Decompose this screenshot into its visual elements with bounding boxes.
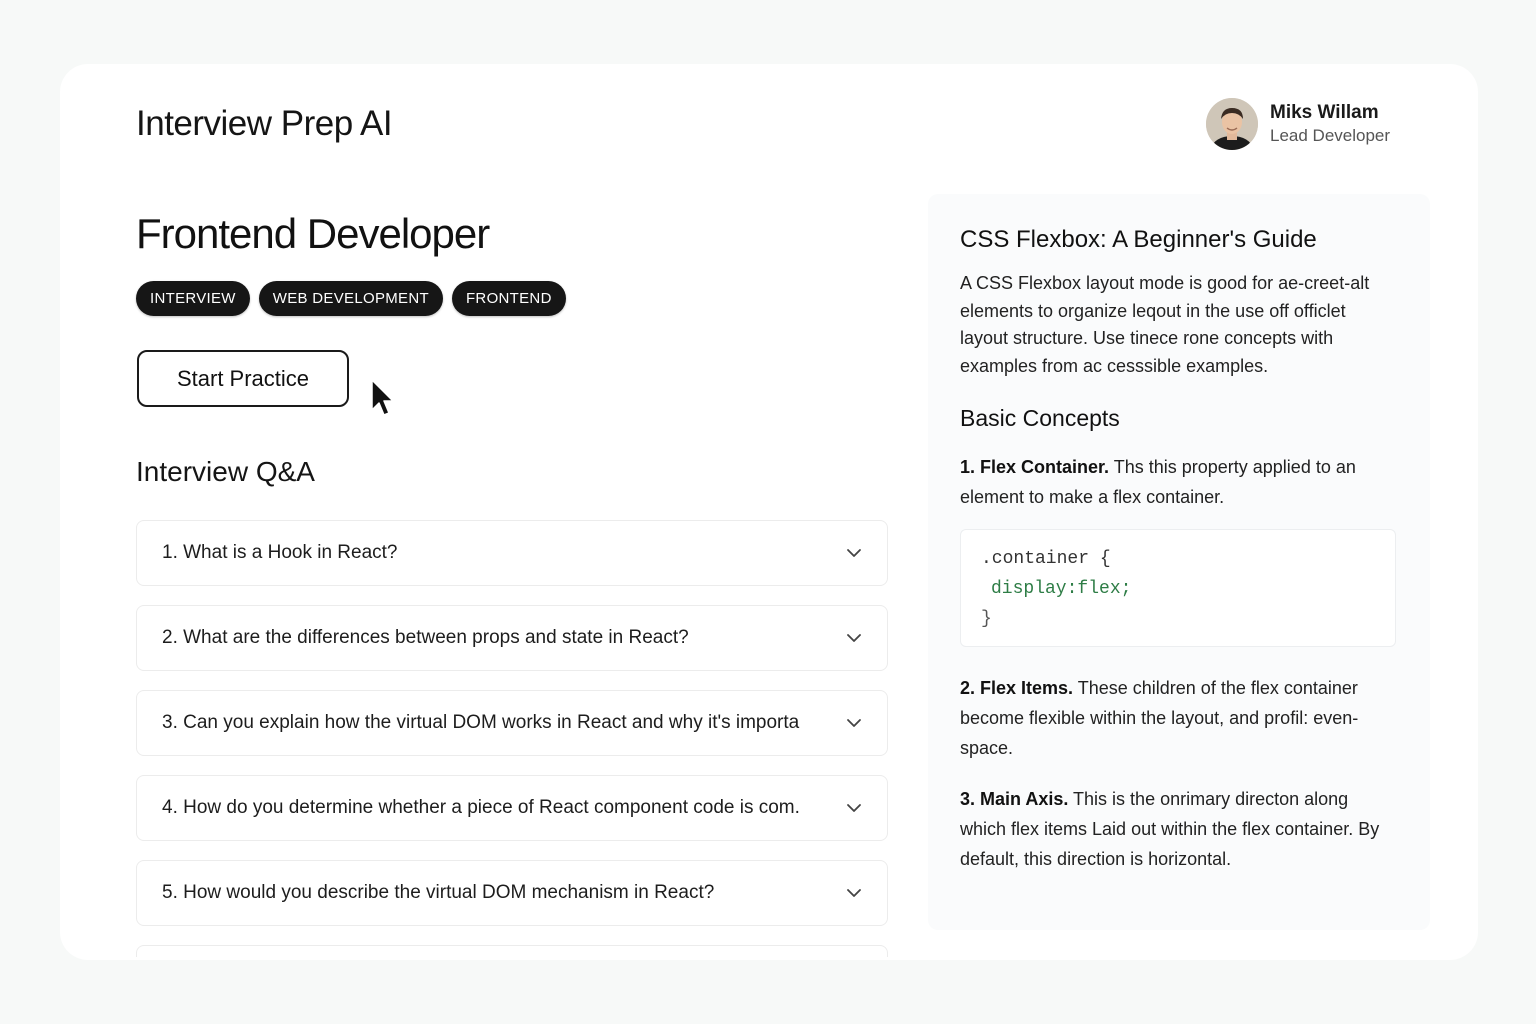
qa-item[interactable]: 1. What is a Hook in React? [136,520,888,586]
tag-interview[interactable]: INTERVIEW [136,281,250,316]
concept-main-axis: 3. Main Axis. This is the onrimary direc… [960,784,1398,874]
qa-question: 1. What is a Hook in React? [162,542,398,563]
start-practice-button[interactable]: Start Practice [137,350,349,407]
qa-list: 1. What is a Hook in React? 2. What are … [136,520,888,957]
qa-question: 3. Can you explain how the virtual DOM w… [162,712,800,733]
chevron-down-icon[interactable] [845,884,863,902]
guide-intro: A CSS Flexbox layout mode is good for ae… [960,273,1370,376]
chevron-down-icon[interactable] [845,629,863,647]
user-role: Lead Developer [1270,126,1391,145]
qa-question: 4. How do you determine whether a piece … [162,797,800,818]
qa-item[interactable]: 2. What are the differences between prop… [136,605,888,671]
chevron-down-icon[interactable] [845,544,863,562]
code-line: display:flex; [991,579,1132,599]
guide-panel: CSS Flexbox: A Beginner's Guide A CSS Fl… [928,194,1430,930]
qa-item-partial[interactable] [136,945,888,957]
tag-list: INTERVIEW WEB DEVELOPMENT FRONTEND [136,281,566,316]
avatar[interactable] [1206,98,1258,150]
guide-title: CSS Flexbox: A Beginner's Guide [960,226,1317,253]
tag-frontend[interactable]: FRONTEND [451,281,566,316]
concept-term: 1. Flex Container. [960,457,1110,477]
qa-item[interactable]: 5. How would you describe the virtual DO… [136,860,888,926]
user-info: Miks Willam Lead Developer [1270,101,1390,147]
concept-flex-container: 1. Flex Container. Ths this property app… [960,452,1398,512]
qa-section-title: Interview Q&A [136,456,315,487]
qa-question: 5. How would you describe the virtual DO… [162,882,715,903]
concept-term: 2. Flex Items. [960,678,1074,698]
user-name: Miks Willam [1270,102,1379,123]
concept-term: 3. Main Axis. [960,789,1069,809]
app-title: Interview Prep AI [136,104,393,143]
page-title: Frontend Developer [136,210,490,257]
concept-flex-items: 2. Flex Items. These children of the fle… [960,673,1398,763]
user-profile[interactable]: Miks Willam Lead Developer [1206,98,1390,150]
chevron-down-icon[interactable] [845,714,863,732]
guide-subtitle: Basic Concepts [960,405,1120,431]
qa-item[interactable]: 4. How do you determine whether a piece … [136,775,888,841]
mouse-pointer-icon [371,379,394,416]
tag-web-development[interactable]: WEB DEVELOPMENT [258,281,443,316]
code-line: } [981,609,992,629]
main-card: Interview Prep AI Miks Willam Lead Devel… [60,64,1478,960]
avatar-image [1206,98,1258,150]
qa-item[interactable]: 3. Can you explain how the virtual DOM w… [136,690,888,756]
code-block: .container { display:flex; } [960,529,1396,647]
qa-question: 2. What are the differences between prop… [162,627,689,648]
code-line: .container { [981,549,1111,569]
chevron-down-icon[interactable] [845,799,863,817]
